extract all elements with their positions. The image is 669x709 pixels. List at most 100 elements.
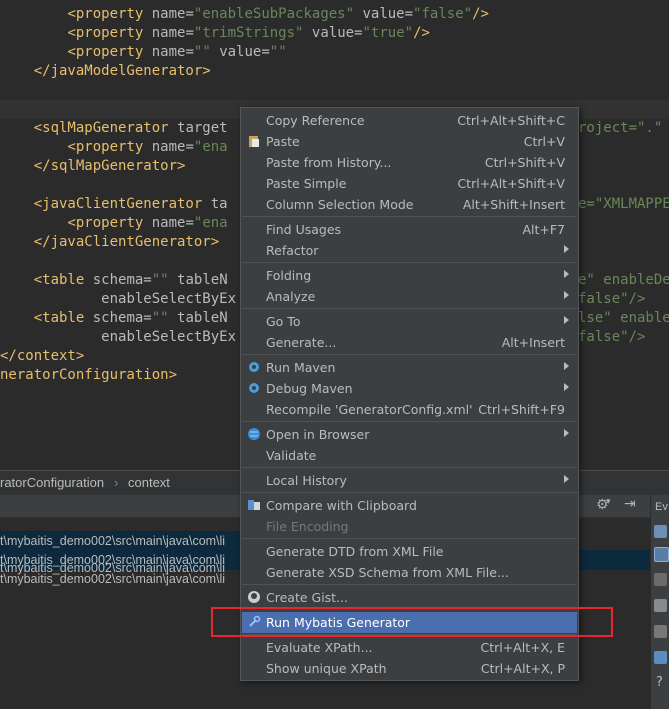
code-line[interactable]: enableSelectByEx (0, 290, 236, 309)
submenu-arrow-icon (564, 383, 569, 391)
submenu-arrow-icon (564, 429, 569, 437)
code-line[interactable]: </context> (0, 347, 84, 366)
dropdown-arrow-icon[interactable]: ▾ (606, 497, 611, 507)
submenu-arrow-icon (564, 316, 569, 324)
menu-item-label: Column Selection Mode (266, 197, 414, 212)
code-token: <sqlMapGenerator (33, 120, 178, 136)
menu-item-generate-dtd-from-xml-file[interactable]: Generate DTD from XML File (242, 541, 577, 562)
code-line[interactable]: <property name="enableSubPackages" value… (0, 5, 488, 24)
code-token: "" (193, 44, 220, 60)
github-icon (247, 590, 261, 604)
menu-item-create-gist[interactable]: Create Gist... (242, 587, 577, 608)
code-token: "" (151, 310, 178, 326)
code-token: <property (67, 44, 152, 60)
menu-item-label: Paste Simple (266, 176, 347, 191)
code-token: "false" (413, 6, 473, 22)
menu-item-local-history[interactable]: Local History (242, 470, 577, 491)
menu-item-shortcut: Ctrl+V (523, 134, 565, 149)
menu-item-shortcut: Alt+Shift+Insert (462, 197, 565, 212)
tool-icon-4[interactable] (654, 599, 667, 612)
tool-icon-3[interactable] (654, 573, 667, 586)
menu-item-show-unique-xpath[interactable]: Show unique XPath Ctrl+Alt+X, P (242, 658, 577, 679)
submenu-arrow-icon (564, 475, 569, 483)
code-line[interactable]: enableSelectByEx (0, 328, 236, 347)
menu-item-generate[interactable]: Generate... Alt+Insert (242, 332, 577, 353)
delete-icon[interactable] (654, 651, 667, 664)
menu-item-shortcut: Ctrl+Alt+X, P (480, 661, 565, 676)
menu-item-label: Paste from History... (266, 155, 392, 170)
menu-item-label: Generate DTD from XML File (266, 544, 444, 559)
menu-item-refactor[interactable]: Refactor (242, 240, 577, 261)
submenu-arrow-icon (564, 362, 569, 370)
tool-icon-5[interactable] (654, 625, 667, 638)
menu-item-column-selection-mode[interactable]: Column Selection Mode Alt+Shift+Insert (242, 194, 577, 215)
menu-item-paste[interactable]: Paste Ctrl+V (242, 131, 577, 152)
code-line[interactable]: <property name="trimStrings" value="true… (0, 24, 430, 43)
code-token: schema= (92, 310, 152, 326)
code-token: name= (151, 139, 194, 155)
menu-separator (242, 467, 577, 468)
code-token: /> (413, 25, 430, 41)
menu-item-analyze[interactable]: Analyze (242, 286, 577, 307)
run-output-line-selected[interactable]: t\mybaitis_demo002\src\main\java\com\li (0, 531, 240, 551)
code-line[interactable]: <table schema="" tableN (0, 271, 228, 290)
menu-item-generate-xsd-schema-from-xml-file[interactable]: Generate XSD Schema from XML File... (242, 562, 577, 583)
menu-item-paste-simple[interactable]: Paste Simple Ctrl+Alt+Shift+V (242, 173, 577, 194)
tool-icon-2[interactable] (654, 547, 669, 562)
code-token: ta (210, 196, 228, 212)
editor-context-menu: Copy Reference Ctrl+Alt+Shift+C Paste Ctrl+… (240, 107, 579, 681)
menu-item-go-to[interactable]: Go To (242, 311, 577, 332)
code-token: </context> (0, 348, 85, 364)
menu-item-label: Folding (266, 268, 312, 283)
menu-separator (242, 538, 577, 539)
event-log-label[interactable]: Ev (655, 501, 668, 513)
code-line[interactable]: <property name="" value="" (0, 43, 287, 62)
code-line[interactable]: <javaClientGenerator ta (0, 195, 228, 214)
code-token: name= (151, 6, 194, 22)
menu-item-recompile-generatorconfig-xml[interactable]: Recompile 'GeneratorConfig.xml' Ctrl+Shif… (242, 399, 577, 420)
menu-item-paste-from-history[interactable]: Paste from History... Ctrl+Shift+V (242, 152, 577, 173)
code-line[interactable]: <table schema="" tableN (0, 309, 228, 328)
menu-separator (242, 492, 577, 493)
code-line[interactable]: <sqlMapGenerator target (0, 119, 228, 138)
menu-item-label: Create Gist... (266, 590, 349, 605)
code-token: enableSelectByEx (101, 291, 237, 307)
menu-item-compare-with-clipboard[interactable]: Compare with Clipboard (242, 495, 577, 516)
code-line[interactable]: <property name="ena (0, 138, 227, 157)
run-output-line-second[interactable]: t\mybaitis_demo002\src\main\java\com\li (0, 558, 240, 578)
menu-item-run-maven[interactable]: Run Maven (242, 357, 577, 378)
menu-item-evaluate-xpath[interactable]: Evaluate XPath... Ctrl+Alt+X, E (242, 637, 577, 658)
menu-item-label: Run Maven (266, 360, 336, 375)
code-line[interactable]: </javaModelGenerator> (0, 62, 211, 81)
code-token: value= (362, 6, 414, 22)
menu-item-validate[interactable]: Validate (242, 445, 577, 466)
menu-item-debug-maven[interactable]: Debug Maven (242, 378, 577, 399)
minimize-icon[interactable]: ⇥ (624, 496, 636, 512)
code-token: enableSelectByEx (101, 329, 237, 345)
menu-item-shortcut: Ctrl+Shift+V (484, 155, 565, 170)
code-line[interactable]: <property name="ena (0, 214, 227, 233)
code-token: name= (151, 44, 194, 60)
code-line[interactable]: neratorConfiguration> (0, 366, 177, 385)
help-icon[interactable]: ? (656, 675, 663, 690)
breadcrumb-item-generator-configuration[interactable]: ratorConfiguration (0, 475, 104, 490)
code-token: tableN (177, 272, 228, 288)
menu-item-copy-reference[interactable]: Copy Reference Ctrl+Alt+Shift+C (242, 110, 577, 131)
code-line-overflow: e" enableDe (578, 272, 669, 288)
code-token: value= (311, 25, 363, 41)
menu-item-folding[interactable]: Folding (242, 265, 577, 286)
tool-icon-1[interactable] (654, 525, 667, 538)
code-token: <property (67, 215, 152, 231)
menu-item-shortcut: Ctrl+Alt+X, E (480, 640, 565, 655)
menu-item-label: File Encoding (266, 519, 349, 534)
code-token: value= (219, 44, 270, 60)
menu-item-label: Find Usages (266, 222, 342, 237)
breadcrumb-item-context[interactable]: context (128, 475, 170, 490)
menu-item-label: Copy Reference (266, 113, 365, 128)
code-line[interactable]: </sqlMapGenerator> (0, 157, 186, 176)
menu-item-label: Validate (266, 448, 317, 463)
menu-item-open-in-browser[interactable]: Open in Browser (242, 424, 577, 445)
menu-item-find-usages[interactable]: Find Usages Alt+F7 (242, 219, 577, 240)
code-token: "" (269, 44, 287, 60)
code-line[interactable]: </javaClientGenerator> (0, 233, 219, 252)
